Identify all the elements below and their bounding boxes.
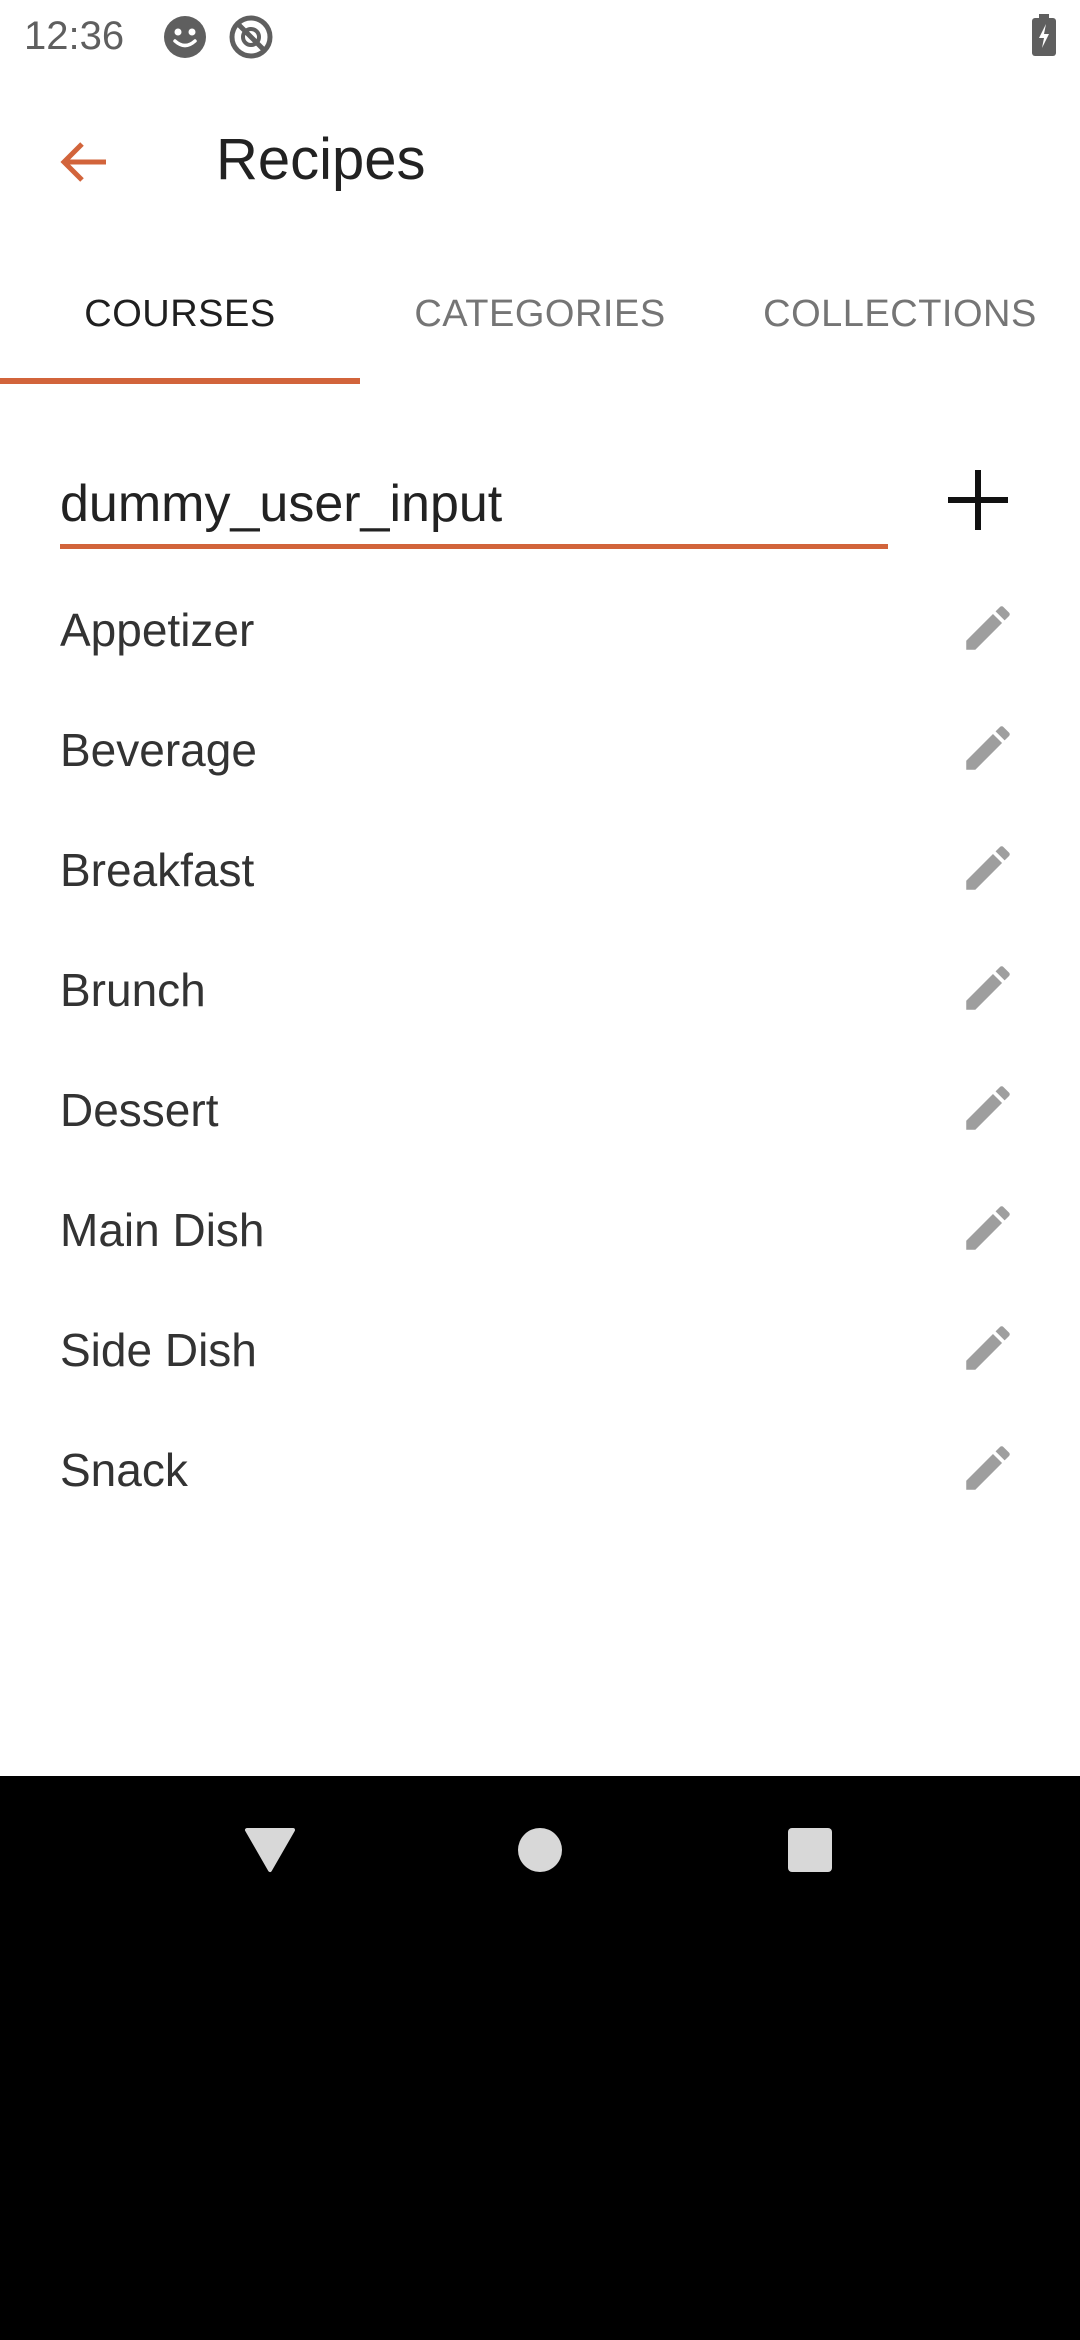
course-label: Snack: [60, 1444, 188, 1496]
nav-home-button[interactable]: [500, 1812, 580, 1892]
list-item: Side Dish: [0, 1290, 1080, 1410]
list-item: Main Dish: [0, 1170, 1080, 1290]
app-bar: Recipes: [0, 72, 1080, 242]
tab-categories[interactable]: CATEGORIES: [360, 246, 720, 382]
add-course-row: [0, 440, 1080, 560]
recents-square-icon: [787, 1827, 833, 1878]
edit-course-button[interactable]: [948, 1070, 1028, 1150]
do-not-disturb-icon: [228, 14, 274, 65]
pencil-icon: [959, 599, 1017, 662]
course-list: Appetizer Beverage Breakfast Brunch Dess…: [0, 570, 1080, 1530]
course-label: Beverage: [60, 724, 257, 776]
pencil-icon: [959, 719, 1017, 782]
nav-recents-button[interactable]: [770, 1812, 850, 1892]
edit-course-button[interactable]: [948, 950, 1028, 1030]
list-item: Dessert: [0, 1050, 1080, 1170]
add-course-button[interactable]: [930, 454, 1026, 550]
page-title: Recipes: [216, 127, 426, 192]
pencil-icon: [959, 1439, 1017, 1502]
course-label: Brunch: [60, 964, 206, 1016]
tab-collections[interactable]: COLLECTIONS: [720, 246, 1080, 382]
edit-course-button[interactable]: [948, 590, 1028, 670]
list-item: Appetizer: [0, 570, 1080, 690]
course-label: Breakfast: [60, 844, 255, 896]
course-name-input[interactable]: [60, 464, 888, 549]
pencil-icon: [959, 839, 1017, 902]
edit-course-button[interactable]: [948, 830, 1028, 910]
pencil-icon: [959, 1319, 1017, 1382]
nav-back-button[interactable]: [230, 1812, 310, 1892]
list-item: Beverage: [0, 690, 1080, 810]
system-navigation-bar: [0, 1776, 1080, 2340]
tab-courses[interactable]: COURSES: [0, 246, 360, 382]
course-label: Appetizer: [60, 604, 255, 656]
plus-icon: [944, 466, 1012, 539]
pencil-icon: [959, 1079, 1017, 1142]
course-label: Side Dish: [60, 1324, 257, 1376]
tab-indicator: [0, 378, 360, 384]
course-label: Main Dish: [60, 1204, 265, 1256]
tab-bar: COURSES CATEGORIES COLLECTIONS: [0, 246, 1080, 386]
pencil-icon: [959, 959, 1017, 1022]
list-item: Snack: [0, 1410, 1080, 1530]
edit-course-button[interactable]: [948, 710, 1028, 790]
status-bar: 12:36: [0, 0, 1080, 72]
back-button[interactable]: [40, 120, 128, 208]
list-item: Brunch: [0, 930, 1080, 1050]
pencil-icon: [959, 1199, 1017, 1262]
list-item: Breakfast: [0, 810, 1080, 930]
edit-course-button[interactable]: [948, 1190, 1028, 1270]
battery-charging-icon: [1030, 14, 1058, 61]
edit-course-button[interactable]: [948, 1430, 1028, 1510]
home-circle-icon: [516, 1826, 564, 1879]
course-label: Dessert: [60, 1084, 219, 1136]
arrow-back-icon: [56, 134, 112, 195]
face-icon: [162, 14, 208, 65]
status-time: 12:36: [24, 14, 125, 58]
back-triangle-icon: [244, 1826, 296, 1879]
edit-course-button[interactable]: [948, 1310, 1028, 1390]
